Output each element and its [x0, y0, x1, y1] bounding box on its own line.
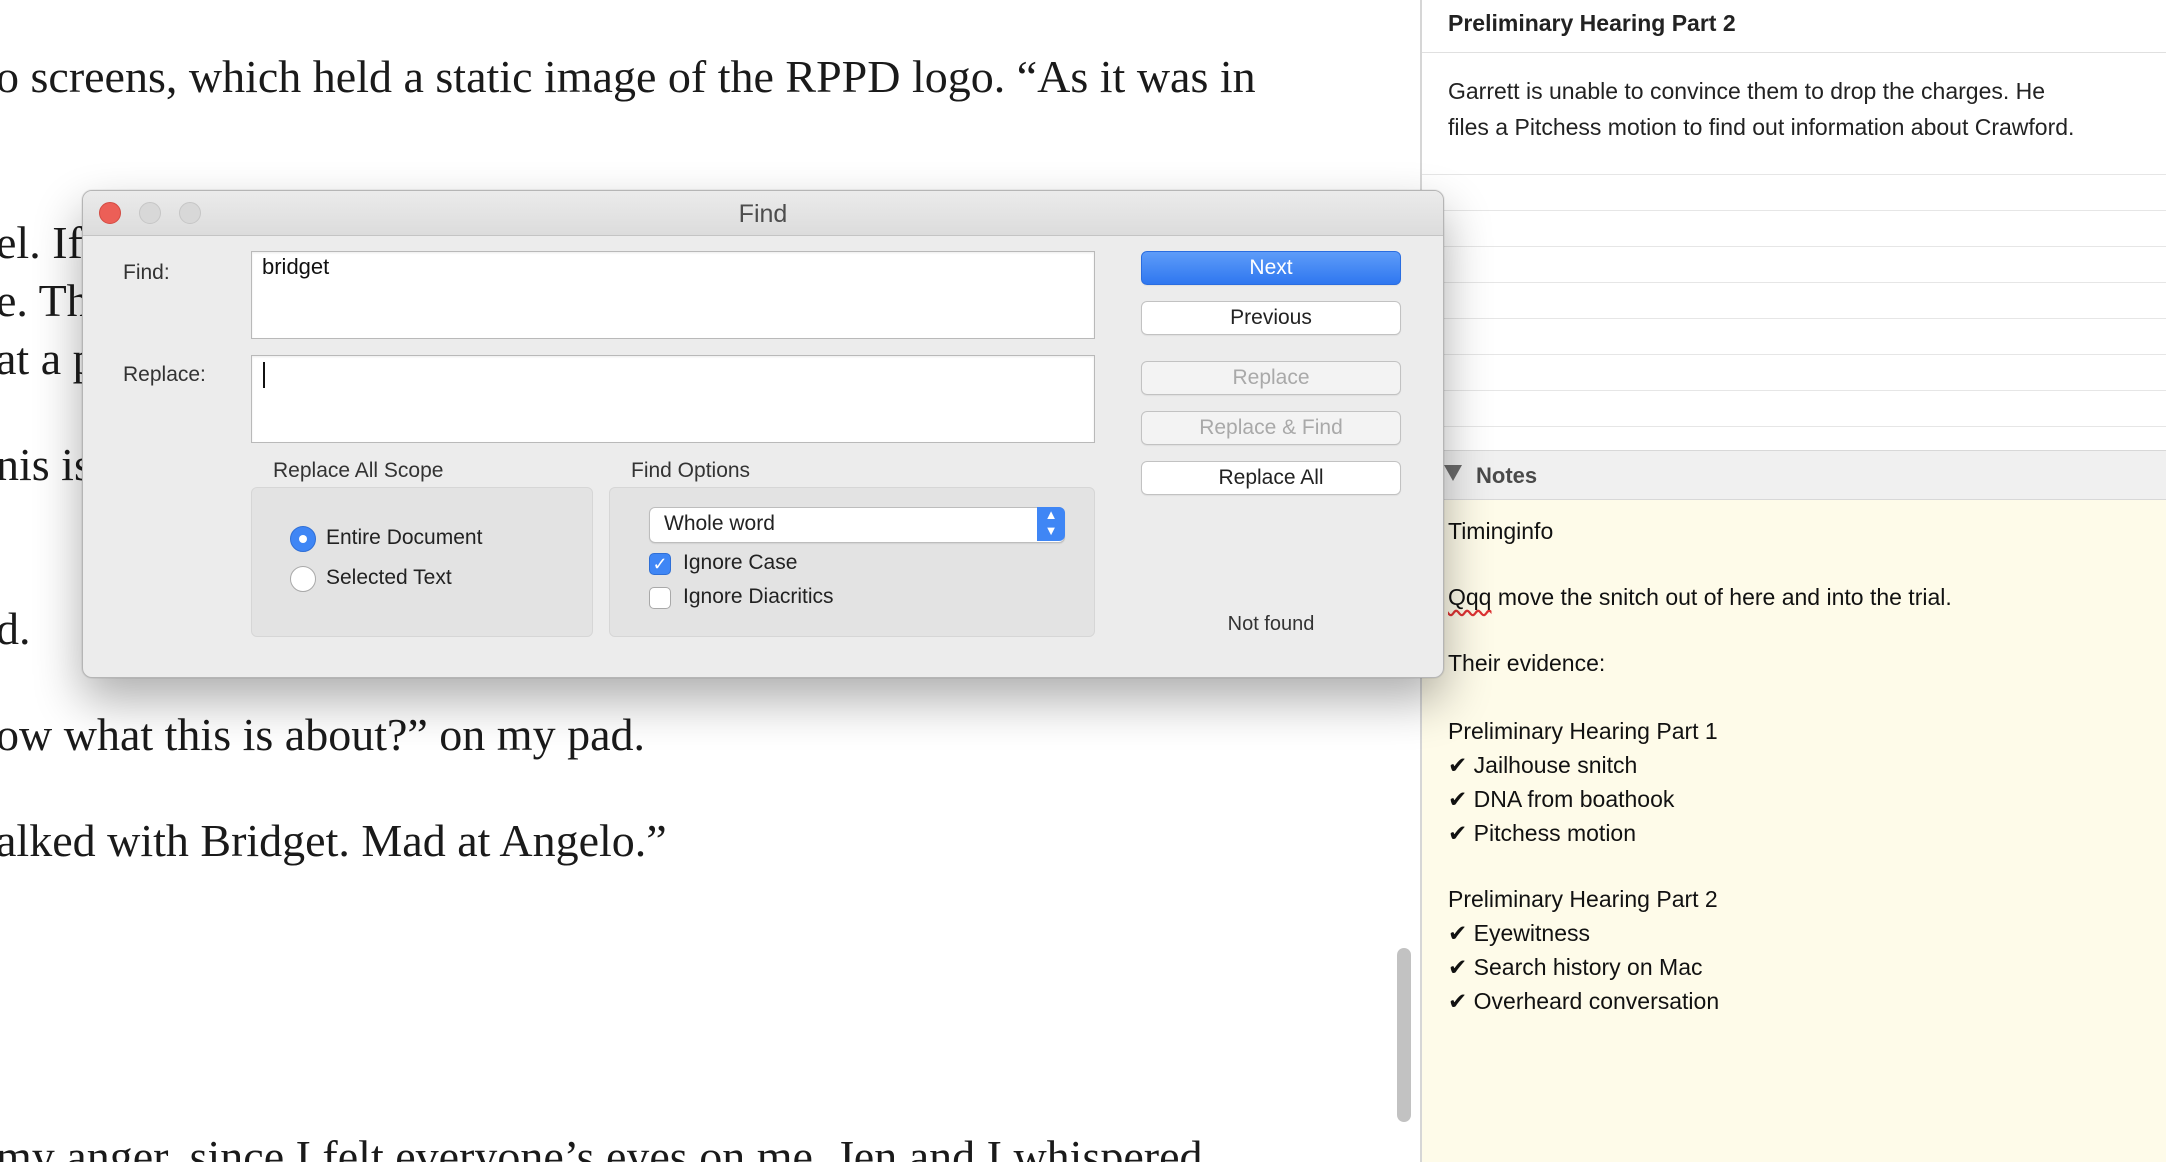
editor-line: d.	[0, 603, 31, 654]
editor-line: my anger, since I felt everyone’s eyes o…	[0, 1131, 1203, 1162]
note-check-item: ✔ DNA from boathook	[1448, 786, 1675, 812]
synopsis-rule	[1422, 282, 2166, 283]
replace-all-button[interactable]: Replace All	[1141, 461, 1401, 495]
note-line: Timinginfo	[1448, 518, 1554, 544]
text-caret	[263, 362, 265, 388]
scope-group-title: Replace All Scope	[273, 459, 444, 482]
scope-group: Entire Document Selected Text	[251, 487, 593, 637]
find-field[interactable]: bridget	[251, 251, 1095, 339]
disclosure-triangle-icon[interactable]	[1444, 465, 1462, 481]
radio-entire-document[interactable]	[290, 526, 316, 552]
notes-header[interactable]: Notes	[1422, 450, 2166, 500]
note-text: move the snitch out of here and into the…	[1491, 584, 1952, 610]
editor-line: nis is	[0, 439, 92, 490]
synopsis-rule	[1422, 426, 2166, 427]
note-line: Their evidence:	[1448, 650, 1606, 676]
match-mode-select[interactable]: Whole word ▲ ▼	[649, 507, 1065, 543]
note-line: Qqq move the snitch out of here and into…	[1448, 584, 1952, 611]
editor-line: o screens, which held a static image of …	[0, 51, 1256, 102]
editor-line: alked with Bridget. Mad at Angelo.”	[0, 815, 667, 866]
checkbox-label[interactable]: Ignore Diacritics	[683, 585, 834, 609]
note-check-item: ✔ Search history on Mac	[1448, 954, 1703, 980]
next-button[interactable]: Next	[1141, 251, 1401, 285]
note-heading: Preliminary Hearing Part 1	[1448, 718, 1718, 744]
checkbox-label[interactable]: Ignore Case	[683, 551, 797, 575]
replace-field[interactable]	[251, 355, 1095, 443]
note-check-item: ✔ Overheard conversation	[1448, 988, 1720, 1014]
synopsis-rule	[1422, 390, 2166, 391]
synopsis-text-line[interactable]: files a Pitchess motion to find out info…	[1448, 114, 2074, 141]
notes-area[interactable]: Timinginfo Qqq move the snitch out of he…	[1422, 500, 2166, 1162]
editor-line: ow what this is about?” on my pad.	[0, 709, 646, 760]
divider	[1422, 52, 2166, 53]
find-dialog: Find Find: bridget Replace: Replace All …	[82, 190, 1444, 678]
editor-line: e. Th	[0, 275, 90, 326]
synopsis-rule	[1422, 174, 2166, 175]
radio-selected-text[interactable]	[290, 566, 316, 592]
synopsis-rule	[1422, 210, 2166, 211]
match-mode-value: Whole word	[664, 512, 775, 535]
previous-button[interactable]: Previous	[1141, 301, 1401, 335]
ignore-diacritics-checkbox[interactable]	[649, 587, 671, 609]
radio-label[interactable]: Selected Text	[326, 566, 452, 590]
notes-label: Notes	[1476, 463, 1538, 488]
synopsis-rule	[1422, 246, 2166, 247]
note-check-item: ✔ Pitchess motion	[1448, 820, 1637, 846]
editor-line: el. If	[0, 217, 83, 268]
inspector-panel: Preliminary Hearing Part 2 Garrett is un…	[1422, 0, 2166, 1162]
find-status: Not found	[1227, 613, 1315, 635]
find-field-value: bridget	[262, 254, 330, 279]
replace-and-find-button[interactable]: Replace & Find	[1141, 411, 1401, 445]
note-check-item: ✔ Jailhouse snitch	[1448, 752, 1638, 778]
replace-label: Replace:	[123, 363, 206, 386]
synopsis-text-line[interactable]: Garrett is unable to convince them to dr…	[1448, 78, 2045, 105]
synopsis-rule	[1422, 354, 2166, 355]
checkmark-icon: ✓	[652, 554, 668, 574]
synopsis-rule	[1422, 318, 2166, 319]
radio-label[interactable]: Entire Document	[326, 526, 482, 550]
synopsis-title[interactable]: Preliminary Hearing Part 2	[1448, 10, 1736, 37]
editor-scrollbar[interactable]	[1397, 948, 1411, 1122]
note-check-item: ✔ Eyewitness	[1448, 920, 1590, 946]
find-label: Find:	[123, 261, 170, 284]
dialog-title: Find	[738, 200, 788, 228]
ignore-case-checkbox[interactable]: ✓	[649, 553, 671, 575]
replace-button[interactable]: Replace	[1141, 361, 1401, 395]
misspelled-word[interactable]: Qqq	[1448, 584, 1491, 610]
chevron-updown-icon[interactable]: ▲ ▼	[1037, 507, 1065, 541]
dialog-titlebar[interactable]: Find	[83, 191, 1443, 236]
note-heading: Preliminary Hearing Part 2	[1448, 886, 1718, 912]
options-group-title: Find Options	[631, 459, 751, 482]
